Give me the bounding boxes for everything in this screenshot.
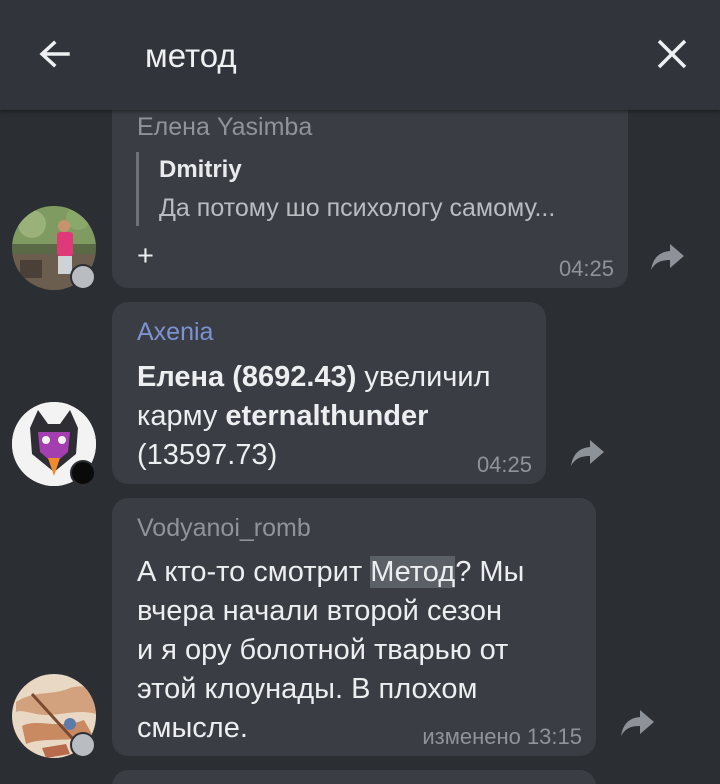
status-indicator: [70, 460, 96, 486]
message-sender[interactable]: Vodyanoi_romb: [137, 514, 311, 543]
close-icon: [657, 39, 687, 69]
reply-author: Dmitriy: [159, 156, 242, 183]
message-text: А кто-то смотрит Метод? Мы вчера начали …: [137, 553, 587, 748]
share-button[interactable]: [618, 706, 658, 740]
message-text-segment: ? Мы: [455, 556, 525, 588]
share-button[interactable]: [568, 436, 608, 470]
message-text: +: [137, 240, 154, 272]
message-sender[interactable]: Елена Yasimba: [137, 113, 312, 142]
status-indicator: [70, 732, 96, 758]
message-time: 04:25: [476, 452, 532, 477]
top-bar: [0, 0, 720, 110]
message-text-segment: и я ору болотной тварью от: [137, 634, 509, 666]
message-time: 04:25: [558, 256, 614, 281]
back-button[interactable]: [28, 30, 80, 82]
share-icon: [651, 244, 684, 270]
message-text-segment: вчера начали второй сезон: [137, 595, 503, 627]
message-bubble[interactable]: [112, 770, 596, 784]
message-time: изменено 13:15: [422, 724, 582, 749]
message-text-segment: увеличил: [356, 361, 491, 393]
status-indicator: [70, 264, 96, 290]
message-text-segment: карму: [137, 400, 226, 432]
karma-giver[interactable]: Елена (8692.43): [137, 361, 356, 393]
reply-quote[interactable]: Dmitriy Да потому шо психологу самому...: [136, 152, 606, 226]
message-text-segment: А кто-то смотрит: [137, 556, 371, 588]
message-text-segment: (13597.73): [137, 439, 278, 471]
reply-text: Да потому шо психологу самому...: [159, 194, 556, 222]
arrow-left-icon: [39, 40, 70, 68]
search-input[interactable]: [145, 34, 605, 78]
share-icon: [571, 440, 604, 466]
message-text-segment: смысле.: [137, 712, 248, 744]
share-button[interactable]: [648, 240, 688, 274]
share-icon: [621, 710, 654, 736]
message-sender[interactable]: Axenia: [137, 318, 213, 347]
search-highlight: Метод: [370, 556, 456, 588]
message-text-segment: этой клоунады. В плохом: [137, 673, 478, 705]
close-search-button[interactable]: [646, 30, 698, 82]
karma-receiver[interactable]: eternalthunder: [225, 400, 428, 432]
